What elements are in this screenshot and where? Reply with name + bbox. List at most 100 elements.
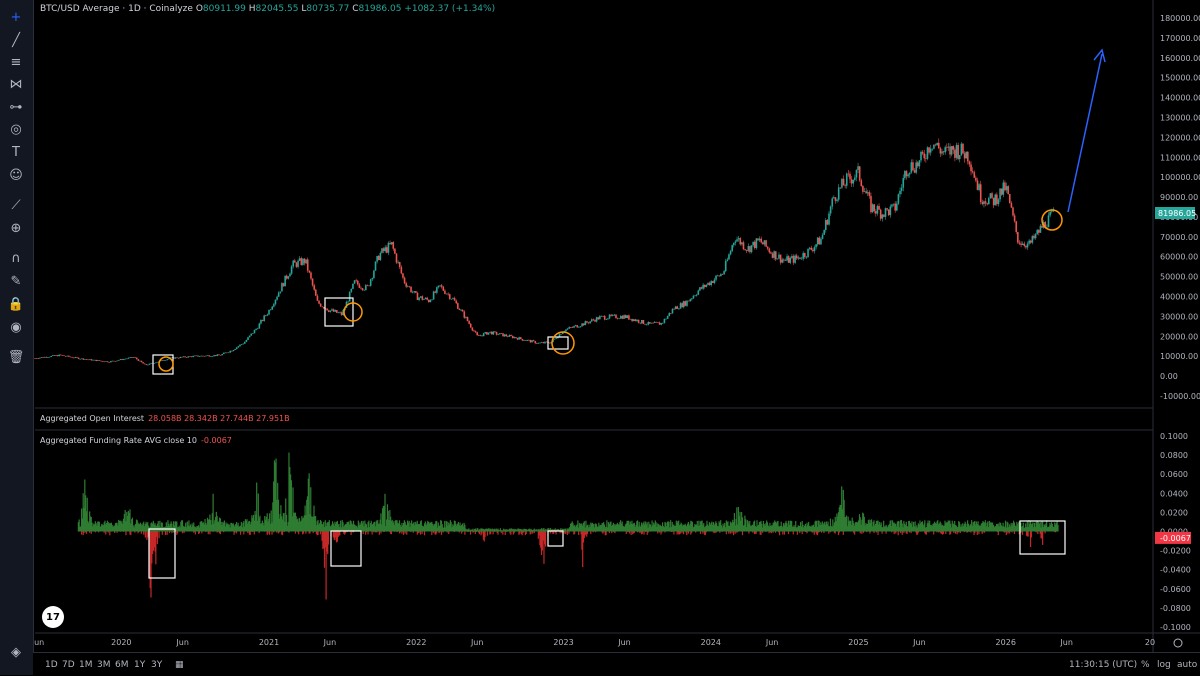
candle-body [730, 251, 732, 254]
candle-body [255, 329, 257, 330]
candle-body [860, 180, 862, 186]
candle-body [110, 361, 112, 362]
candle-body [544, 342, 546, 344]
candle-body [599, 316, 601, 319]
candle-body [589, 321, 591, 323]
main-chart[interactable]: 180000.00170000.00160000.00150000.001400… [0, 0, 1200, 675]
price-tick-label: 60000.00 [1160, 253, 1198, 262]
candle-body [502, 333, 504, 336]
candle-body [814, 247, 816, 251]
symbol-title[interactable]: BTC/USD Average · 1D · Coinalyze [40, 4, 193, 14]
calendar-icon[interactable]: ▦ [175, 660, 184, 670]
candle-body [601, 316, 603, 317]
candle-body [748, 246, 750, 251]
price-highlight-box[interactable] [325, 298, 353, 326]
funding-bar-positive [1057, 525, 1058, 532]
funding-bar-negative [866, 532, 867, 533]
candle-body [57, 355, 59, 356]
price-axis[interactable]: 180000.00170000.00160000.00150000.001400… [1155, 14, 1200, 401]
auto-toggle[interactable]: auto [1177, 660, 1197, 670]
crosshair-icon[interactable]: + [6, 7, 26, 27]
timeframe-3y[interactable]: 3Y [151, 660, 162, 670]
fib-icon[interactable]: ≡ [6, 52, 26, 72]
tradingview-logo[interactable]: 17 [42, 606, 64, 628]
candle-body [741, 242, 743, 244]
funding-bar-negative [998, 532, 999, 536]
timeframe-6m[interactable]: 6M [115, 660, 129, 670]
lock-icon[interactable]: 🔒 [6, 294, 26, 314]
candle-body [896, 204, 898, 211]
candle-body [262, 320, 264, 321]
timeframe-1y[interactable]: 1Y [134, 660, 145, 670]
funding-bar-negative [793, 532, 794, 535]
candle-body [39, 358, 41, 359]
candle-body [451, 299, 453, 300]
candle-body [954, 150, 956, 158]
candle-body [234, 349, 236, 350]
funding-bar-negative [217, 532, 218, 533]
candle-body [673, 309, 675, 310]
funding-bar-negative [130, 532, 131, 536]
funding-bar-negative [523, 532, 524, 533]
funding-bar-negative [519, 532, 520, 534]
timeframe-7d[interactable]: 7D [62, 660, 75, 670]
funding-bar-negative [400, 532, 401, 533]
text-icon[interactable]: T [6, 142, 26, 162]
candle-body [263, 315, 265, 320]
settings-icon[interactable] [1174, 639, 1182, 647]
funding-bar-negative [305, 532, 306, 534]
candle-body [591, 319, 593, 321]
emoji-icon[interactable]: ☺ [6, 165, 26, 185]
timeframe-3m[interactable]: 3M [97, 660, 111, 670]
measure-icon[interactable]: ⊶ [6, 97, 26, 117]
price-highlight-circle[interactable] [552, 332, 574, 354]
magnet-icon[interactable]: ∩ [6, 248, 26, 268]
percent-toggle[interactable]: % [1141, 660, 1150, 670]
timeframe-1d[interactable]: 1D [45, 660, 58, 670]
candle-body [1023, 244, 1025, 246]
layers-icon[interactable]: ◈ [6, 642, 26, 662]
funding-bar-negative [442, 532, 443, 533]
price-highlight-circle[interactable] [159, 357, 173, 371]
candle-body [383, 248, 385, 251]
zoom-icon[interactable]: ⊕ [6, 218, 26, 238]
fr-pane-label[interactable]: Aggregated Funding Rate AVG close 10-0.0… [40, 436, 232, 445]
candle-body [983, 201, 985, 204]
candle-body [81, 358, 83, 359]
utc-time[interactable]: 11:30:15 (UTC) [1069, 660, 1137, 670]
time-axis[interactable]: Jun2020Jun2021Jun2022Jun2023Jun2024Jun20… [31, 638, 1182, 647]
candle-body [665, 319, 667, 320]
candle-body [392, 242, 394, 249]
candle-body [192, 356, 194, 357]
funding-bar-negative [945, 532, 946, 534]
projection-arrow[interactable] [1068, 54, 1102, 212]
timeframe-1m[interactable]: 1M [79, 660, 93, 670]
log-toggle[interactable]: log [1157, 660, 1171, 670]
ruler-icon[interactable]: ⟋ [6, 195, 26, 215]
lock-draw-icon[interactable]: ✎ [6, 271, 26, 291]
candle-body [200, 356, 202, 357]
candle-body [922, 152, 924, 154]
brush-icon[interactable]: ◎ [6, 119, 26, 139]
candle-body [946, 147, 948, 148]
candle-body [799, 257, 801, 258]
trendline-icon[interactable]: ╱ [6, 30, 26, 50]
candle-body [228, 352, 230, 353]
candle-body [463, 312, 465, 318]
funding-bar-negative [351, 532, 352, 536]
trash-icon[interactable]: 🗑 [6, 347, 26, 367]
candle-body [154, 363, 156, 364]
candle-body [788, 256, 790, 263]
funding-axis[interactable]: 0.10000.08000.06000.04000.02000.0000-0.0… [1155, 432, 1191, 632]
candle-body [194, 356, 196, 357]
candle-body [840, 187, 842, 188]
candle-body [417, 293, 419, 300]
candle-body [239, 345, 241, 347]
eye-icon[interactable]: ◉ [6, 317, 26, 337]
candle-body [488, 333, 490, 335]
funding-bar-negative [900, 532, 901, 534]
candle-body [1017, 232, 1019, 242]
oi-pane-label[interactable]: Aggregated Open Interest28.058B 28.342B … [40, 414, 290, 423]
pattern-icon[interactable]: ⋈ [6, 74, 26, 94]
candle-body [1048, 215, 1050, 227]
